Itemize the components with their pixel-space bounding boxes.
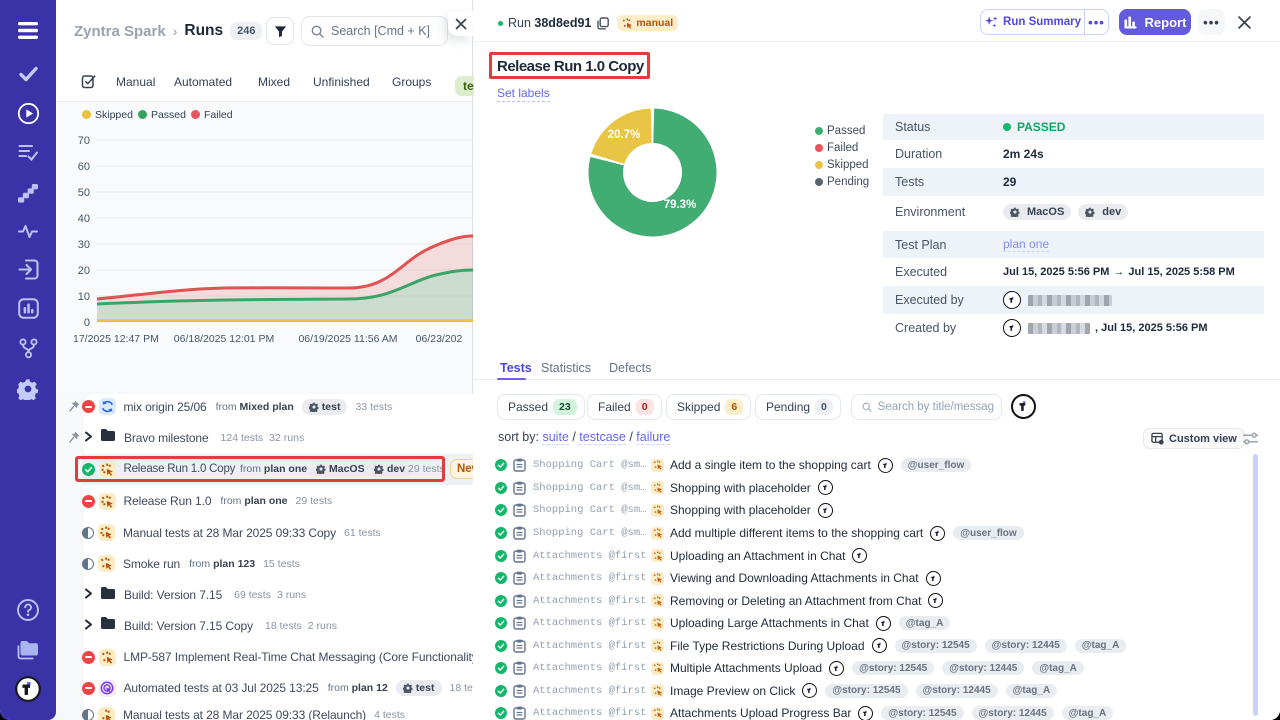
svg-text:20: 20: [78, 265, 90, 277]
svg-text:79.3%: 79.3%: [664, 199, 697, 211]
svg-text:10: 10: [78, 291, 90, 303]
svg-text:06/23/202: 06/23/202: [416, 333, 463, 345]
svg-text:0: 0: [84, 317, 90, 329]
svg-text:50: 50: [78, 187, 90, 199]
svg-text:30: 30: [78, 239, 90, 251]
svg-text:20.7%: 20.7%: [608, 129, 641, 141]
svg-text:60: 60: [78, 161, 90, 173]
svg-text:17/2025 12:47 PM: 17/2025 12:47 PM: [73, 333, 159, 345]
svg-text:40: 40: [78, 213, 90, 225]
svg-text:70: 70: [78, 135, 90, 147]
svg-text:06/19/2025 11:56 AM: 06/19/2025 11:56 AM: [298, 333, 397, 345]
svg-text:06/18/2025 12:01 PM: 06/18/2025 12:01 PM: [174, 333, 274, 345]
